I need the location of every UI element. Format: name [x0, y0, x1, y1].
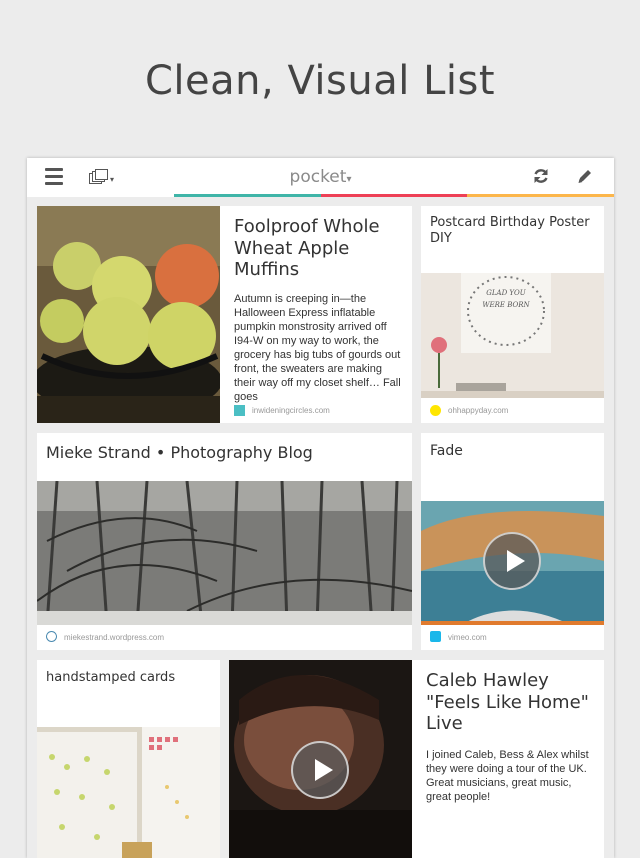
- edit-icon[interactable]: [576, 167, 594, 185]
- poster-text: GLAD YOU WERE BORN: [482, 289, 530, 309]
- card-source: vimeo.com: [448, 633, 487, 642]
- vimeo-icon: [430, 631, 441, 642]
- cards-image: [37, 727, 220, 858]
- card-title: Foolproof Whole Wheat Apple Muffins: [234, 216, 380, 281]
- article-card-muffins[interactable]: Foolproof Whole Wheat Apple Muffins Autu…: [37, 206, 412, 423]
- video-card-fade[interactable]: Fade vimeo.com: [421, 433, 604, 650]
- source-favicon-icon: [430, 405, 441, 416]
- video-thumbnail-image: [421, 501, 604, 625]
- chevron-down-icon: ▾: [346, 174, 352, 185]
- card-title: handstamped cards: [46, 670, 176, 685]
- article-card-mieke-strand[interactable]: Mieke Strand • Photography Blog miekestr…: [37, 433, 412, 650]
- article-card-caleb[interactable]: Caleb Hawley "Feels Like Home" Live I jo…: [412, 660, 604, 858]
- toolbar: ▾ pocket▾: [27, 158, 614, 197]
- video-card-caleb-thumbnail[interactable]: [229, 660, 412, 858]
- card-excerpt: Autumn is creeping in—the Halloween Expr…: [234, 293, 401, 403]
- card-title: Caleb Hawley "Feels Like Home" Live: [426, 670, 589, 735]
- source-favicon-icon: [234, 405, 245, 416]
- color-stripe: [27, 194, 614, 197]
- forest-image: [37, 481, 412, 625]
- poster-image: GLAD YOU WERE BORN: [421, 273, 604, 398]
- card-title: Mieke Strand • Photography Blog: [46, 443, 313, 462]
- card-source: inwideningcircles.com: [252, 406, 330, 415]
- play-button[interactable]: [483, 532, 541, 590]
- wordpress-icon: [46, 631, 57, 642]
- article-card-handstamped[interactable]: handstamped cards: [37, 660, 220, 858]
- card-excerpt: I joined Caleb, Bess & Alex whilst they …: [426, 749, 589, 803]
- card-title: Fade: [430, 443, 463, 459]
- play-button[interactable]: [291, 741, 349, 799]
- refresh-icon[interactable]: [532, 167, 550, 185]
- card-source: miekestrand.wordpress.com: [64, 633, 165, 642]
- headline: Clean, Visual List: [145, 58, 495, 104]
- pocket-logo[interactable]: pocket▾: [27, 167, 614, 187]
- card-source: ohhappyday.com: [448, 406, 509, 415]
- article-card-postcard[interactable]: Postcard Birthday Poster DIY GLAD YOU WE…: [421, 206, 604, 423]
- pocket-app-window: ▾ pocket▾ Foolproof Whole Wheat Apple Mu…: [27, 158, 614, 858]
- card-title: Postcard Birthday Poster DIY: [430, 215, 590, 246]
- apples-image: [37, 206, 220, 423]
- logo-text: pocket: [289, 167, 347, 187]
